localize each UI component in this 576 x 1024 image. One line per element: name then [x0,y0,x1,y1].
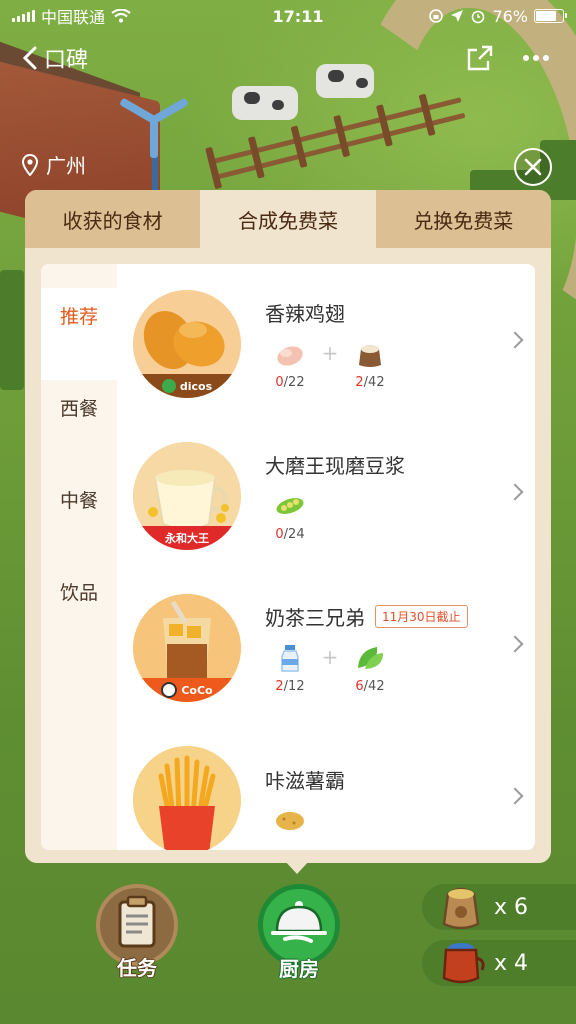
tea-leaf-icon [353,643,387,673]
dish-item[interactable]: 咔滋薯霸 [133,724,535,850]
battery-icon [534,9,567,23]
category-western[interactable]: 西餐 [41,380,117,472]
close-icon [524,158,542,176]
recipe-content: 推荐 西餐 中餐 饮品 dicos 香辣鸡翅 0/22 + 2/42 永和大王 … [41,264,535,850]
clipboard-icon [118,895,156,948]
cow [232,86,298,120]
windmill [119,80,190,196]
ingredient-have: 0 [275,375,284,390]
battery-percent: 76% [492,6,528,26]
ingredient-need: /42 [363,375,385,390]
brand-name: 永和大王 [165,532,209,545]
tab-bar: 收获的食材 合成免费菜 兑换免费菜 [25,190,551,248]
location[interactable]: 广州 [22,150,86,179]
brand-tag: dicos [133,374,241,398]
cloche-icon [271,901,327,943]
tab-compose-free-dish[interactable]: 合成免费菜 [200,190,376,248]
deadline-badge: 11月30日截止 [375,605,468,628]
brand-tag: CoCo [133,678,241,702]
tab-harvested-ingredients[interactable]: 收获的食材 [25,190,201,248]
share-icon[interactable] [466,44,494,72]
chicken-wing-icon [273,339,307,369]
ingredient: 6/42 [345,643,395,694]
carrier-label: 中国联通 [41,8,106,27]
ingredient: 0/24 [265,491,315,542]
dish-name: 大磨王现磨豆浆 [265,454,405,478]
leaf-logo-icon [161,379,176,393]
kitchen-label: 厨房 [279,957,319,981]
ingredient-need: /24 [283,527,305,542]
brand-tag: 永和大王 [133,526,241,550]
location-label: 广州 [46,154,86,178]
inventory-count: x 6 [494,894,529,920]
soybean-pod-icon [273,491,307,521]
location-arrow-icon [451,10,464,22]
dish-image [133,746,241,850]
ingredient-have: 0 [275,527,284,542]
inventory-item[interactable]: x 4 [422,940,576,986]
dish-item[interactable]: dicos 香辣鸡翅 0/22 + 2/42 [133,268,535,420]
dish-name: 香辣鸡翅 [265,302,345,326]
grain-sack-icon [442,887,480,930]
mascot-logo-icon [161,682,178,698]
flour-sack-icon [353,339,387,369]
signal-icon [12,10,35,22]
potato-icon [273,806,307,836]
dish-name: 咔滋薯霸 [265,768,345,793]
status-bar: 中国联通 17:11 76% [0,0,576,32]
nav-title: 口碑 [44,48,89,73]
category-sidebar: 推荐 西餐 中餐 饮品 [41,264,117,850]
tree [0,270,24,390]
clock: 17:11 [272,6,324,26]
plus-icon: + [321,341,339,365]
brand-name: CoCo [181,683,213,697]
dish-name: 奶茶三兄弟 [265,606,365,630]
brand-name: dicos [179,379,213,393]
kitchen-button[interactable]: 厨房 [258,884,340,981]
task-label: 任务 [117,956,157,980]
close-button[interactable] [514,148,552,186]
panel-pointer [284,860,310,874]
back-button[interactable]: 口碑 [22,42,88,74]
category-recommended[interactable]: 推荐 [41,288,117,380]
dish-item[interactable]: 永和大王 大磨王现磨豆浆 0/24 [133,420,535,572]
dish-item[interactable]: CoCo 奶茶三兄弟 11月30日截止 2/12 + 6/42 [133,572,535,724]
alarm-icon [472,10,485,24]
rotation-lock-icon [429,9,444,23]
category-drinks[interactable]: 饮品 [41,564,117,656]
ingredient-have: 2 [275,679,284,694]
chevron-left-icon [22,46,37,70]
category-chinese[interactable]: 中餐 [41,472,117,564]
task-button[interactable]: 任务 [96,884,178,980]
nav-bar: 口碑 [0,36,576,80]
tab-redeem-free-dish[interactable]: 兑换免费菜 [375,190,551,248]
recipe-panel: 收获的食材 合成免费菜 兑换免费菜 推荐 西餐 中餐 饮品 dicos 香辣鸡翅… [25,190,551,863]
ingredient: 0/22 [265,339,315,390]
dish-list: dicos 香辣鸡翅 0/22 + 2/42 永和大王 大磨王现磨豆浆 0/24… [117,264,535,850]
more-icon[interactable] [522,54,550,62]
ingredient [265,806,315,836]
teapot-icon [442,943,485,984]
ingredient-need: /42 [363,679,385,694]
dish-image: 永和大王 [133,442,241,550]
milk-bottle-icon [273,643,307,673]
map-pin-icon [22,153,38,176]
plus-icon: + [321,645,339,669]
ingredient: 2/42 [345,339,395,390]
inventory-count: x 4 [494,950,529,976]
dish-image: CoCo [133,594,241,702]
ingredient-need: /22 [283,375,305,390]
ingredient-have: 6 [355,679,364,694]
wifi-icon [111,9,131,23]
inventory-item[interactable]: x 6 [422,884,576,930]
ingredient: 2/12 [265,643,315,694]
dish-image: dicos [133,290,241,398]
ingredient-have: 2 [355,375,364,390]
ingredient-need: /12 [283,679,305,694]
